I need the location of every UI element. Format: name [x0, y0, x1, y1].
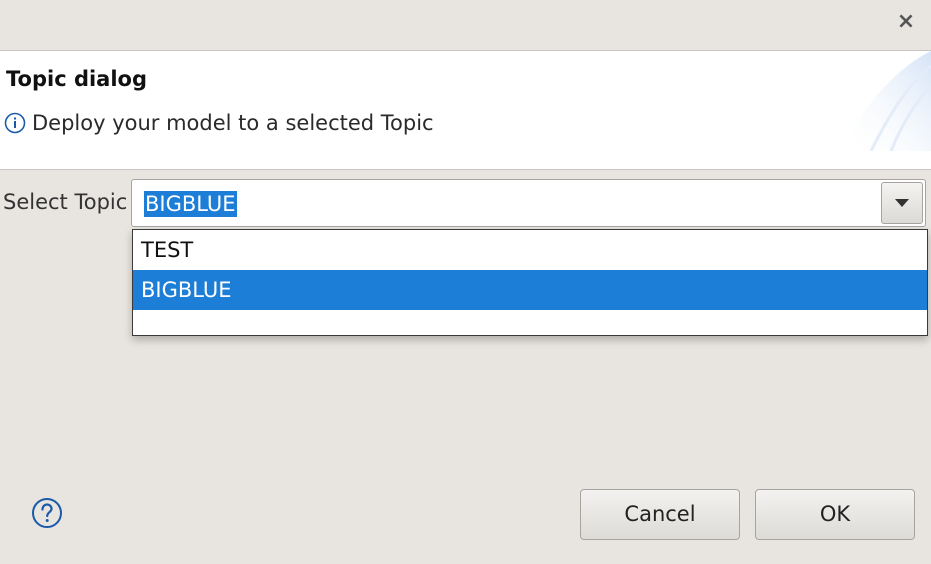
option-bigblue[interactable]: BIGBLUE	[133, 270, 927, 310]
option-empty[interactable]	[133, 310, 927, 334]
option-test[interactable]: TEST	[133, 230, 927, 270]
cancel-button[interactable]: Cancel	[580, 489, 740, 540]
dialog-title: Topic dialog	[6, 67, 148, 91]
topic-combo[interactable]: BIGBLUE	[131, 179, 926, 227]
close-icon: ×	[896, 9, 916, 34]
select-topic-label: Select Topic	[3, 190, 128, 214]
help-icon[interactable]	[31, 497, 63, 529]
dialog-header: Topic dialog Deploy your model to a sele…	[0, 51, 931, 170]
ok-button[interactable]: OK	[755, 489, 915, 540]
info-message: Deploy your model to a selected Topic	[4, 111, 434, 135]
title-bar: ×	[0, 0, 931, 51]
header-decoration	[841, 51, 931, 151]
chevron-down-icon	[895, 199, 909, 207]
combo-selected-value[interactable]: BIGBLUE	[144, 191, 237, 217]
dropdown-button[interactable]	[881, 182, 923, 224]
topic-dropdown-list: TEST BIGBLUE	[132, 229, 928, 336]
close-button[interactable]: ×	[895, 10, 917, 34]
info-text: Deploy your model to a selected Topic	[32, 111, 434, 135]
info-icon	[4, 112, 26, 134]
